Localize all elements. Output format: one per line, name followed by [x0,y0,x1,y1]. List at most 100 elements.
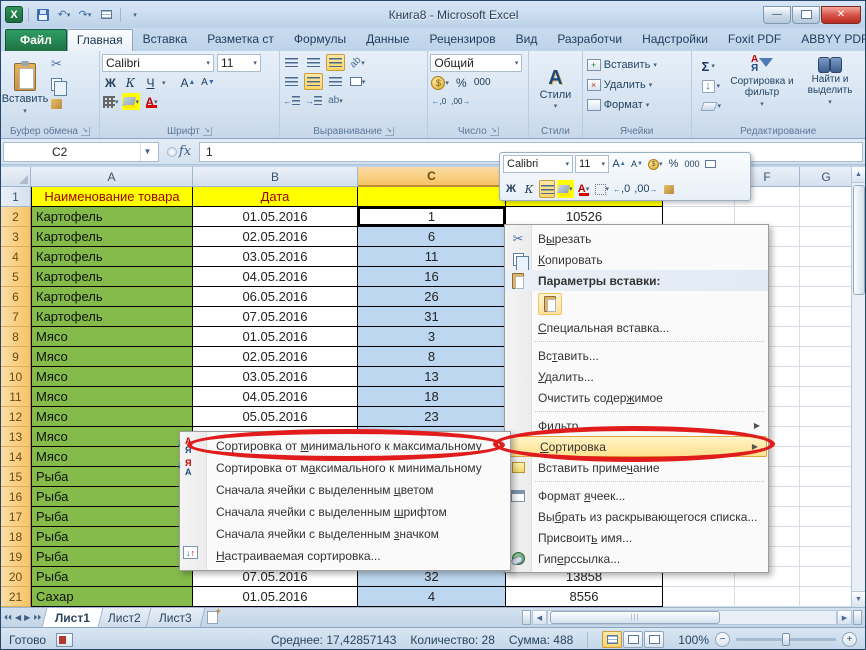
borders-button[interactable]: ▾ [102,93,120,110]
cell-A8[interactable]: Мясо [31,327,193,347]
cell-A9[interactable]: Мясо [31,347,193,367]
cell-G2[interactable] [800,207,853,227]
page-break-view-button[interactable] [644,631,664,648]
customize-qat-button[interactable]: ▾ [126,6,144,23]
redo-button[interactable]: ↷▾ [76,6,94,23]
cell-A18[interactable]: Рыба [31,527,193,547]
cell-B3[interactable]: 02.05.2016 [193,227,358,247]
cell-C11[interactable]: 18 [358,387,506,407]
vertical-scrollbar[interactable]: ▲ ▼ [851,167,865,607]
undo-button[interactable]: ↶▾ [55,6,73,23]
fill-color-button[interactable]: ▾ [122,93,140,110]
menu-item-копировать[interactable]: Копировать [505,249,768,270]
zoom-out-button[interactable]: − [715,632,730,647]
row-header-4[interactable]: 4 [1,247,31,267]
align-center-button[interactable] [304,73,323,90]
sort-filter-button[interactable]: АЯ Сортировка и фильтр▾ [729,55,795,110]
mini-font-size-select[interactable]: 11▾ [575,155,609,173]
cut-button[interactable]: ✂ [47,55,72,73]
tab-Разметка ст[interactable]: Разметка ст [197,28,284,51]
record-macro-icon[interactable] [56,633,73,647]
cell-C10[interactable]: 13 [358,367,506,387]
column-header-B[interactable]: B [193,167,358,187]
select-all-corner[interactable] [1,167,31,187]
cell-A1[interactable]: Наименование товара [31,187,193,207]
cell-A5[interactable]: Картофель [31,267,193,287]
submenu-item-сначала-ячейки-с-выделенным-значком[interactable]: Сначала ячейки с выделенным значком [180,523,510,545]
cell-B11[interactable]: 04.05.2016 [193,387,358,407]
tab-Вид[interactable]: Вид [506,28,548,51]
first-sheet-icon[interactable]: ⏴⏴ [4,613,12,623]
cell-A4[interactable]: Картофель [31,247,193,267]
tab-Разработчи[interactable]: Разработчи [547,28,632,51]
paste-option-button[interactable] [538,293,562,315]
mini-accounting-button[interactable]: $▾ [647,155,664,173]
row-header-20[interactable]: 20 [1,567,31,587]
tab-Рецензиров[interactable]: Рецензиров [419,28,505,51]
cell-A17[interactable]: Рыба [31,507,193,527]
row-header-11[interactable]: 11 [1,387,31,407]
tab-Foxit PDF[interactable]: Foxit PDF [718,28,791,51]
submenu-item-сортировка-от-минимального-к-максимальному[interactable]: АЯ↓Сортировка от минимального к максимал… [180,435,510,457]
mini-bold-button[interactable]: Ж [503,180,519,198]
sheet-tab-Лист1[interactable]: Лист1 [42,608,104,627]
cell-G9[interactable] [800,347,853,367]
cell-C9[interactable]: 8 [358,347,506,367]
number-format-select[interactable]: Общий▾ [430,54,522,72]
menu-item-сортировка[interactable]: Сортировка▶ [506,436,767,457]
row-header-1[interactable]: 1 [1,187,31,207]
scroll-left-icon[interactable]: ◀ [532,610,547,625]
cell-C2[interactable]: 1 [358,207,506,227]
window-split-handle[interactable] [853,610,862,625]
cell-C7[interactable]: 31 [358,307,506,327]
cell-C4[interactable]: 11 [358,247,506,267]
cell-G20[interactable] [800,567,853,587]
cell-B8[interactable]: 01.05.2016 [193,327,358,347]
row-header-15[interactable]: 15 [1,467,31,487]
cell-A3[interactable]: Картофель [31,227,193,247]
fx-icon[interactable]: fx [179,144,191,159]
menu-item-фильтр[interactable]: Фильтр▶ [505,415,768,436]
wrap-text-button[interactable]: ab▾ [326,92,345,109]
autosum-button[interactable]: Σ▾ [698,57,726,75]
row-header-14[interactable]: 14 [1,447,31,467]
cell-A2[interactable]: Картофель [31,207,193,227]
scroll-right-icon[interactable]: ▶ [837,610,852,625]
copy-button[interactable]: ▾ [47,75,72,93]
cell-A13[interactable]: Мясо [31,427,193,447]
close-button[interactable]: ✕ [821,6,861,24]
tab-split-handle[interactable] [522,610,531,625]
cell-A15[interactable]: Рыба [31,467,193,487]
cell-G21[interactable] [800,587,853,607]
paste-button[interactable]: Вставить ▾ [3,53,47,124]
mini-format-painter-button[interactable] [661,180,677,198]
cell-A7[interactable]: Картофель [31,307,193,327]
cell-G18[interactable] [800,527,853,547]
column-header-A[interactable]: A [31,167,193,187]
cell-G5[interactable] [800,267,853,287]
menu-item-вставить-[interactable]: Вставить... [505,345,768,366]
last-sheet-icon[interactable]: ⏵⏵ [33,613,41,623]
clear-button[interactable]: ▾ [698,97,726,115]
mini-decrease-decimal-button[interactable]: ,00→ [633,180,658,198]
excel-logo-icon[interactable]: X [5,6,23,23]
row-header-13[interactable]: 13 [1,427,31,447]
row-header-16[interactable]: 16 [1,487,31,507]
cell-B12[interactable]: 05.05.2016 [193,407,358,427]
horizontal-scroll-thumb[interactable]: ||| [550,611,720,624]
cell-G19[interactable] [800,547,853,567]
cell-A14[interactable]: Мясо [31,447,193,467]
decrease-decimal-button[interactable]: ,00→ [450,93,471,110]
submenu-item-сначала-ячейки-с-выделенным-цветом[interactable]: Сначала ячейки с выделенным цветом [180,479,510,501]
cell-G8[interactable] [800,327,853,347]
cell-G13[interactable] [800,427,853,447]
mini-comma-button[interactable]: 000 [684,155,701,173]
cell-G6[interactable] [800,287,853,307]
bold-button[interactable]: Ж [102,74,119,91]
name-box[interactable]: C2 ▼ [3,142,159,162]
cell-A19[interactable]: Рыба [31,547,193,567]
mini-center-button[interactable] [539,180,555,198]
column-header-C[interactable]: C [358,167,506,187]
zoom-in-button[interactable]: + [842,632,857,647]
insert-cells-button[interactable]: +Вставить▾ [585,56,689,74]
